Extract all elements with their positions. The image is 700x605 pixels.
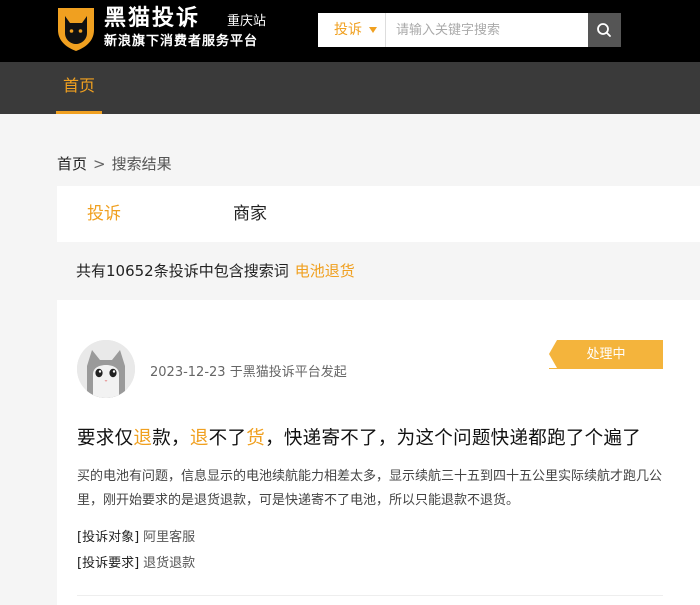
search-input[interactable] bbox=[390, 13, 586, 47]
nav-home-tab[interactable]: 首页 bbox=[56, 62, 102, 114]
magnifier-icon bbox=[597, 23, 611, 37]
cat-avatar-icon bbox=[77, 340, 135, 398]
caret-down-icon bbox=[369, 27, 377, 33]
complaint-meta: 2023-12-23 于黑猫投诉平台发起 bbox=[150, 361, 347, 380]
card-divider bbox=[77, 595, 663, 596]
breadcrumb: 首页 > 搜索结果 bbox=[57, 153, 172, 174]
title-highlight: 退 bbox=[133, 428, 153, 449]
search-keyword: 电池退货 bbox=[294, 262, 355, 280]
logo-subtitle: 新浪旗下消费者服务平台 bbox=[104, 34, 259, 49]
search-bar: 投诉 bbox=[318, 13, 621, 47]
main-nav: 首页 bbox=[0, 62, 700, 114]
complaint-demand-value: 退货退款 bbox=[143, 556, 196, 571]
complaint-title[interactable]: 要求仅退款，退不了货，快递寄不了，为这个问题快递都跑了个遍了 bbox=[77, 424, 641, 450]
title-highlight: 退 bbox=[189, 428, 209, 449]
search-type-dropdown[interactable]: 投诉 bbox=[318, 13, 386, 47]
result-count-text: 共有10652条投诉中包含搜索词 bbox=[76, 262, 289, 280]
logo-title: 黑猫投诉 bbox=[104, 6, 201, 31]
top-header: 黑猫投诉 新浪旗下消费者服务平台 重庆站 投诉 bbox=[0, 0, 700, 62]
title-text: ，快递寄不了，为这个问题快递都跑了个遍了 bbox=[265, 428, 642, 449]
title-text: 不了 bbox=[208, 428, 247, 449]
status-badge: 处理中 bbox=[549, 340, 663, 369]
breadcrumb-home[interactable]: 首页 bbox=[57, 155, 87, 173]
title-text: 款， bbox=[152, 428, 190, 449]
complaint-source: 于黑猫投诉平台发起 bbox=[229, 365, 347, 380]
breadcrumb-current: 搜索结果 bbox=[111, 155, 172, 173]
station-label[interactable]: 重庆站 bbox=[227, 10, 266, 29]
title-text: 要求仅 bbox=[77, 428, 134, 449]
tab-complaints[interactable]: 投诉 bbox=[87, 186, 121, 242]
black-cat-shield-icon bbox=[58, 8, 94, 51]
complaint-description: 买的电池有问题，信息显示的电池续航能力相差太多，显示续航三十五到四十五公里实际续… bbox=[77, 469, 663, 508]
complaint-target-value: 阿里客服 bbox=[143, 530, 196, 545]
complaint-card[interactable]: 2023-12-23 于黑猫投诉平台发起 处理中 要求仅退款，退不了货，快递寄不… bbox=[57, 300, 700, 605]
complaint-demand: [投诉要求] 退货退款 bbox=[77, 552, 195, 571]
complaint-target: [投诉对象] 阿里客服 bbox=[77, 526, 195, 545]
tab-merchants[interactable]: 商家 bbox=[233, 186, 267, 242]
breadcrumb-separator: > bbox=[93, 155, 106, 173]
complaint-demand-label: [投诉要求] bbox=[77, 556, 140, 571]
search-button[interactable] bbox=[588, 13, 621, 47]
search-type-label: 投诉 bbox=[334, 22, 362, 38]
complaint-date: 2023-12-23 bbox=[150, 365, 226, 380]
avatar bbox=[77, 340, 135, 398]
result-type-tabs: 投诉 商家 bbox=[57, 186, 700, 242]
title-highlight: 货 bbox=[246, 428, 266, 449]
complaint-target-label: [投诉对象] bbox=[77, 530, 140, 545]
result-count: 共有10652条投诉中包含搜索词 电池退货 bbox=[76, 260, 355, 281]
